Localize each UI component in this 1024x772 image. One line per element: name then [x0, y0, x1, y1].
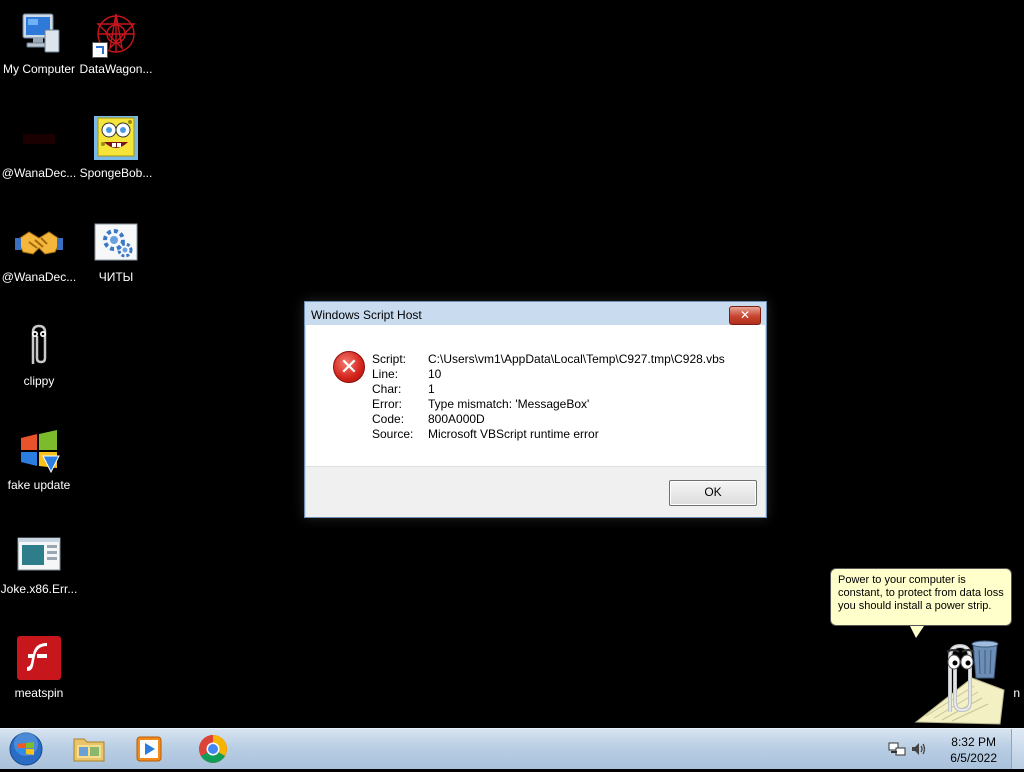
error-key: Script: — [372, 352, 407, 366]
system-tray: 8:32 PM 6/5/2022 — [874, 729, 1024, 769]
clippy-assistant[interactable] — [912, 630, 1008, 726]
desktop-icon-fake-update[interactable]: fake update — [0, 420, 78, 510]
spongebob-icon — [92, 114, 140, 162]
error-value: 10 — [428, 367, 442, 381]
dialog-body: ✕ Script: C:\Users\vm1\AppData\Local\Tem… — [306, 325, 765, 466]
handshake-icon — [15, 218, 63, 266]
show-desktop-button[interactable] — [1011, 729, 1024, 769]
desktop-icon-clippy[interactable]: clippy — [0, 316, 78, 406]
computer-icon — [15, 10, 63, 58]
desktop-icon-label: clippy — [23, 374, 55, 388]
desktop-icon-label: meatspin — [14, 686, 64, 700]
error-row-script: Script: C:\Users\vm1\AppData\Local\Temp\… — [372, 352, 725, 367]
error-row-code: Code: 800A000D — [372, 412, 725, 427]
error-row-source: Source: Microsoft VBScript runtime error — [372, 427, 725, 442]
media-player-icon — [136, 736, 162, 762]
error-details: Script: C:\Users\vm1\AppData\Local\Temp\… — [372, 352, 725, 442]
taskbar-media-player-button[interactable] — [122, 731, 176, 767]
shortcut-arrow-icon — [92, 42, 108, 58]
error-row-error: Error: Type mismatch: 'MessageBox' — [372, 397, 725, 412]
paperclip-icon — [15, 322, 63, 370]
error-row-char: Char: 1 — [372, 382, 725, 397]
clippy-message: Power to your computer is constant, to p… — [838, 574, 1004, 612]
error-key: Source: — [372, 427, 414, 441]
start-button[interactable] — [8, 732, 44, 766]
close-icon: ✕ — [739, 308, 751, 322]
error-dialog: Windows Script Host ✕ ✕ Script: C:\Users… — [304, 301, 767, 518]
error-value: C:\Users\vm1\AppData\Local\Temp\C927.tmp… — [428, 352, 725, 366]
desktop-icon-my-computer[interactable]: My Computer — [0, 4, 78, 94]
dialog-footer: OK — [306, 466, 765, 517]
chrome-icon — [199, 735, 227, 763]
error-key: Code: — [372, 412, 405, 426]
error-value: 1 — [428, 382, 435, 396]
desktop-icon-label: fake update — [7, 478, 71, 492]
windows-orb-icon — [9, 732, 43, 766]
error-row-line: Line: 10 — [372, 367, 725, 382]
desktop-icon-wanadecryptor-1[interactable]: @WanaDec... — [0, 108, 78, 198]
error-key: Char: — [372, 382, 402, 396]
desktop-icon-label: ЧИТЫ — [98, 270, 134, 284]
desktop-icon-label: Joke.x86.Err... — [0, 582, 78, 596]
error-key: Error: — [372, 397, 402, 411]
wanadecryptor-icon — [15, 114, 63, 162]
desktop-icon-spongebob[interactable]: SpongeBob... — [77, 108, 155, 198]
desktop-icon-label: @WanaDec... — [1, 270, 77, 284]
ok-button[interactable]: OK — [669, 480, 757, 506]
desktop: My Computer @WanaDec... @WanaDec... clip… — [0, 0, 1024, 728]
desktop-icon-chity[interactable]: ЧИТЫ — [77, 212, 155, 302]
volume-icon[interactable] — [910, 741, 928, 762]
network-icon[interactable] — [888, 741, 906, 762]
desktop-icon-label: @WanaDec... — [1, 166, 77, 180]
error-key: Line: — [372, 367, 399, 381]
settings-gears-icon — [92, 218, 140, 266]
window-app-icon — [15, 530, 63, 578]
dialog-title: Windows Script Host — [311, 308, 422, 322]
error-value: Type mismatch: 'MessageBox' — [428, 397, 590, 411]
clock-date: 6/5/2022 — [950, 751, 997, 765]
flash-icon — [15, 634, 63, 682]
taskbar: 8:32 PM 6/5/2022 — [0, 728, 1024, 769]
clock[interactable]: 8:32 PM 6/5/2022 — [950, 734, 997, 766]
desktop-icon-label: SpongeBob... — [79, 166, 153, 180]
dialog-close-button[interactable]: ✕ — [729, 306, 761, 325]
error-value: 800A000D — [428, 412, 485, 426]
clippy-character-icon — [914, 643, 1005, 725]
desktop-icon-joke[interactable]: Joke.x86.Err... — [0, 524, 78, 614]
folder-icon — [73, 738, 105, 762]
desktop-icon-label: My Computer — [2, 62, 76, 76]
error-value: Microsoft VBScript runtime error — [428, 427, 599, 441]
taskbar-explorer-button[interactable] — [62, 731, 116, 767]
windows-update-icon — [15, 426, 63, 474]
error-icon: ✕ — [333, 351, 365, 383]
clippy-speech-bubble[interactable]: Power to your computer is constant, to p… — [830, 568, 1012, 626]
desktop-icon-wanadecryptor-2[interactable]: @WanaDec... — [0, 212, 78, 302]
taskbar-chrome-button[interactable] — [186, 731, 240, 767]
desktop-icon-label: DataWagon... — [79, 62, 153, 76]
clock-time: 8:32 PM — [951, 735, 996, 749]
desktop-icon-meatspin[interactable]: meatspin — [0, 628, 78, 718]
datawagon-icon — [92, 10, 140, 58]
desktop-icon-datawagon[interactable]: DataWagon... — [77, 4, 155, 94]
